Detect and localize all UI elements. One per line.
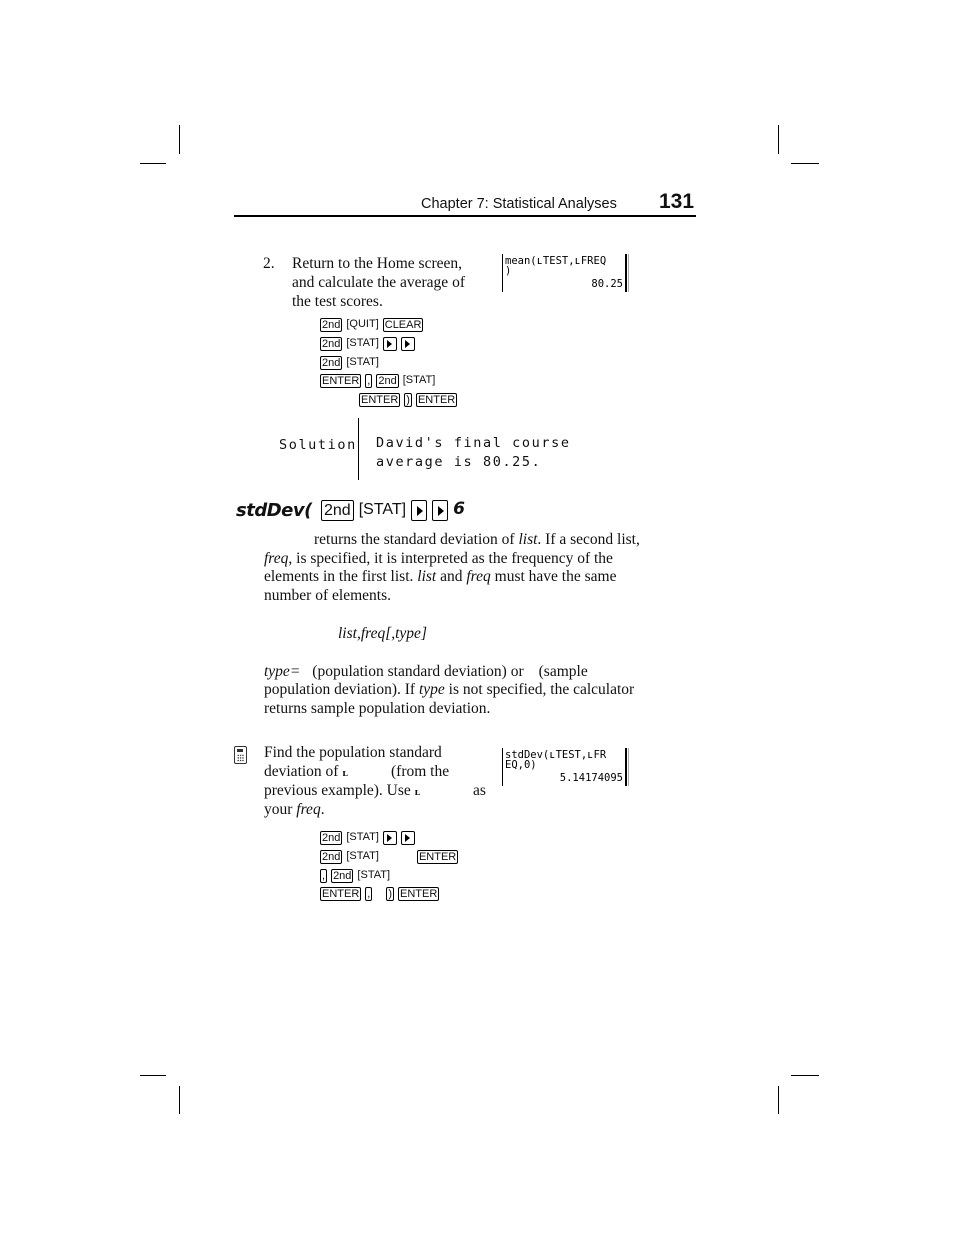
key-stat: [STAT] [346,337,379,349]
key-stat: [STAT] [357,869,391,881]
type-line: population deviation). If type is not sp… [264,681,635,698]
header-rule [234,215,696,217]
step-instructions: Return to the Home screen, and calculate… [292,255,492,311]
key-enter: ENTER [359,393,401,407]
crop-mark [778,125,779,154]
calculator-screen-mean: mean(ʟTEST,ʟFREQ ) 80.25 [502,254,627,292]
example-line: previous example). Use ʟ as [264,782,486,799]
key-comma: , [320,869,328,883]
key-2nd: 2nd [320,356,343,370]
key-close-paren: ) [386,887,395,901]
type-line: returns sample population deviation. [264,700,491,717]
screen-line: ) [505,265,512,277]
keystroke-row: ENTER) ENTER [359,393,461,408]
crop-mark [179,125,180,154]
keystroke-row: ENTER, 2nd [STAT] [320,374,439,389]
key-comma: , [365,887,373,901]
example-line: Find the population standard [264,744,442,761]
right-arrow-icon [432,500,449,521]
type-description: type= (population standard deviation) or(… [264,663,684,723]
screen-edge [628,254,629,292]
solution-text: average is 80.25. [376,454,542,470]
screen-edge [628,748,629,786]
key-stat: [STAT] [346,831,379,843]
description-line: elements in the first list. list and fre… [264,568,617,585]
crop-mark [140,1075,166,1076]
key-enter: ENTER [398,887,440,901]
key-stat: [STAT] [402,374,436,386]
crop-mark [791,1075,819,1076]
function-syntax: list,freq[,type] [338,625,427,642]
step-line: and calculate the average of [292,273,465,291]
solution-divider [358,418,359,480]
calculator-screen-stddev: stdDev(ʟTEST,ʟFR EQ,0) 5.14174095 [502,748,627,786]
keystroke-row: ENTER,) ENTER [320,887,443,902]
example-instructions: Find the population standard deviation o… [264,744,494,824]
calculator-icon [234,746,247,764]
key-2nd: 2nd [331,869,354,883]
crop-mark [140,163,166,164]
example-line: deviation of ʟ (from the [264,763,450,780]
description-line: returns the standard deviation of list. … [314,531,640,548]
key-enter: ENTER [416,850,459,864]
screen-result: 5.14174095 [559,772,623,784]
solution-label: Solution [279,437,357,453]
crop-mark [179,1086,180,1114]
key-enter: ENTER [415,393,458,407]
key-stat: [STAT] [358,501,407,518]
right-arrow-icon [400,337,415,351]
keystroke-row: 2nd [STAT] [320,337,419,352]
right-arrow-icon [411,500,428,521]
step-number: 2. [263,255,275,272]
key-clear: CLEAR [382,318,424,332]
key-enter: ENTER [320,374,362,388]
screen-line: mean(ʟTEST,ʟFREQ [505,255,607,267]
chapter-title: Chapter 7: Statistical Analyses [421,196,617,212]
key-2nd: 2nd [321,500,354,521]
example-line: your freq. [264,801,325,818]
function-heading: stdDev( [236,500,312,521]
keystroke-row: 2nd [STAT] [320,356,383,371]
key-quit: [QUIT] [346,318,379,330]
key-2nd: 2nd [320,831,343,845]
key-close-paren: ) [404,393,412,407]
screen-result: 80.25 [591,278,623,290]
key-comma: , [365,374,373,388]
key-2nd: 2nd [320,318,343,332]
keystroke-row: 2nd [STAT] ENTER [320,850,462,865]
step-line: Return to the Home screen, [292,255,463,272]
keystroke-row: 2nd [QUIT] CLEAR [320,318,427,333]
key-2nd: 2nd [320,337,343,351]
description-line: number of elements. [264,587,391,604]
right-arrow-icon [382,337,397,351]
crop-mark [778,1086,779,1114]
key-stat: [STAT] [346,356,379,368]
key-stat: [STAT] [346,850,379,862]
key-2nd: 2nd [376,374,399,388]
step-line: the test scores. [292,292,383,310]
keystroke-row: 2nd [STAT] [320,831,419,846]
type-line: type= (population standard deviation) or(… [264,663,588,680]
page-number: 131 [659,190,695,213]
screen-line: EQ,0) [505,759,537,771]
crop-mark [791,163,819,164]
function-description: returns the standard deviation of list. … [264,531,684,611]
right-arrow-icon [400,831,415,845]
menu-item-number: 6 [453,499,465,519]
right-arrow-icon [382,831,397,845]
key-2nd: 2nd [320,850,343,864]
solution-text: David's final course [376,435,571,451]
key-enter: ENTER [320,887,362,901]
function-keystrokes: 2nd [STAT] 6 [321,500,465,521]
keystroke-row: , 2nd [STAT] [320,869,394,884]
description-line: freq, is specified, it is interpreted as… [264,550,613,567]
